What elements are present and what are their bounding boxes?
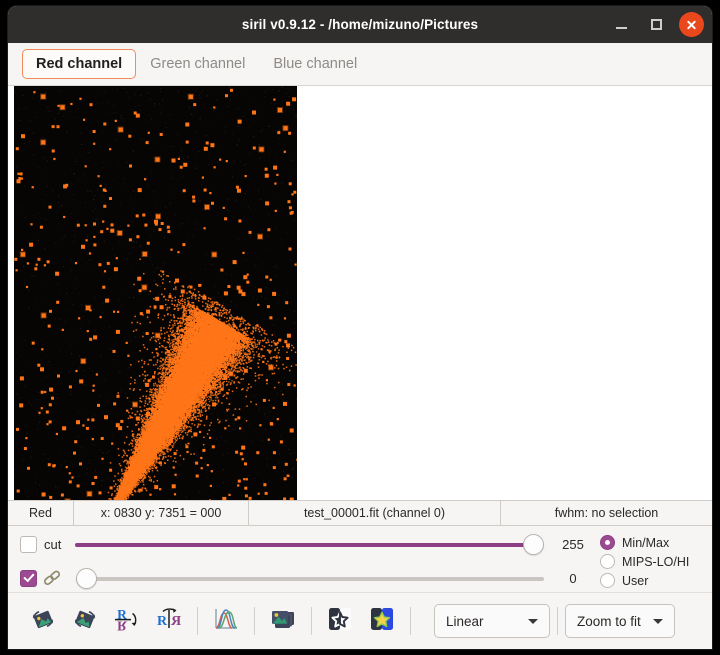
negative-view-button[interactable] (319, 600, 361, 642)
display-mode-select[interactable]: Linear (434, 604, 550, 638)
toolbar-separator-5 (557, 607, 558, 635)
low-slider-value: 0 (550, 571, 596, 586)
tab-red-channel[interactable]: Red channel (22, 49, 137, 79)
color-view-button[interactable] (361, 600, 403, 642)
status-fwhm: fwhm: no selection (501, 501, 712, 525)
radio-minmax[interactable] (600, 535, 615, 550)
flip-vertical-button[interactable]: R R (106, 600, 148, 642)
low-cut-row: 0 (20, 566, 596, 590)
zoom-select[interactable]: Zoom to fit (565, 604, 675, 638)
channel-tabbar: Red channel Green channel Blue channel (8, 43, 712, 86)
high-slider-fill (75, 543, 534, 547)
radio-minmax-label: Min/Max (622, 536, 669, 550)
rotate-left-icon (28, 604, 58, 639)
cut-checkbox[interactable] (20, 535, 37, 553)
toolbar-separator-1 (197, 607, 198, 635)
chain-link-icon (42, 568, 62, 588)
high-cut-row: cut 255 (20, 532, 596, 556)
image-stack-icon (268, 604, 298, 639)
rotate-left-button[interactable] (22, 600, 64, 642)
tab-green-channel[interactable]: Green channel (136, 49, 259, 79)
chevron-down-icon (528, 618, 538, 624)
mirror-horizontal-icon: R R (154, 604, 184, 639)
cut-label: cut (44, 537, 61, 552)
low-slider-track (76, 577, 544, 581)
flip-vertical-icon: R R (112, 604, 142, 639)
window-controls (609, 6, 704, 43)
minimize-icon (616, 27, 627, 29)
link-checkbox[interactable] (20, 569, 37, 587)
image-display-area (8, 86, 712, 500)
window-title: siril v0.9.12 - /home/mizuno/Pictures (242, 17, 478, 32)
status-channel: Red (8, 501, 74, 525)
rotate-right-icon (70, 604, 100, 639)
close-icon (686, 19, 697, 30)
high-slider-value: 255 (550, 537, 596, 552)
window-titlebar: siril v0.9.12 - /home/mizuno/Pictures (8, 6, 712, 43)
minimize-button[interactable] (609, 12, 634, 37)
starfield-render (14, 86, 297, 500)
radio-row-minmax[interactable]: Min/Max (600, 533, 712, 552)
star-bw-icon (325, 604, 355, 639)
zoom-value: Zoom to fit (577, 614, 641, 629)
low-slider[interactable] (76, 566, 544, 590)
status-coordinates: x: 0830 y: 7351 = 000 (74, 501, 249, 525)
radio-mips[interactable] (600, 554, 615, 569)
toolbar-separator-4 (410, 607, 411, 635)
radio-user-label: User (622, 574, 648, 588)
high-slider-thumb[interactable] (523, 534, 544, 555)
bottom-toolbar: R R R R Linear Zoom to fit (8, 592, 712, 649)
histogram-button[interactable] (205, 600, 247, 642)
slider-column: cut 255 0 (8, 532, 600, 594)
radio-mips-label: MIPS-LO/HI (622, 555, 689, 569)
radio-user[interactable] (600, 573, 615, 588)
image-canvas[interactable] (14, 86, 297, 500)
status-bar: Red x: 0830 y: 7351 = 000 test_00001.fit… (8, 500, 712, 526)
status-filename: test_00001.fit (channel 0) (249, 501, 501, 525)
histogram-icon (211, 604, 241, 639)
rotate-right-button[interactable] (64, 600, 106, 642)
display-mode-value: Linear (446, 614, 484, 629)
maximize-button[interactable] (644, 12, 669, 37)
maximize-icon (651, 19, 662, 30)
toolbar-separator-2 (254, 607, 255, 635)
low-slider-thumb[interactable] (76, 568, 97, 589)
display-adjust-panel: cut 255 0 Min/Max MIPS-LO/HI User (8, 526, 712, 594)
radio-row-user[interactable]: User (600, 571, 712, 590)
display-mode-radios: Min/Max MIPS-LO/HI User (600, 532, 712, 594)
high-slider[interactable] (75, 532, 544, 556)
star-color-icon (367, 604, 397, 639)
siril-main-window: siril v0.9.12 - /home/mizuno/Pictures Re… (8, 6, 712, 649)
chevron-down-icon (653, 618, 663, 624)
close-button[interactable] (679, 12, 704, 37)
toolbar-separator-3 (311, 607, 312, 635)
radio-row-mips[interactable]: MIPS-LO/HI (600, 552, 712, 571)
tab-blue-channel[interactable]: Blue channel (259, 49, 371, 79)
mirror-horizontal-button[interactable]: R R (148, 600, 190, 642)
image-stack-button[interactable] (262, 600, 304, 642)
